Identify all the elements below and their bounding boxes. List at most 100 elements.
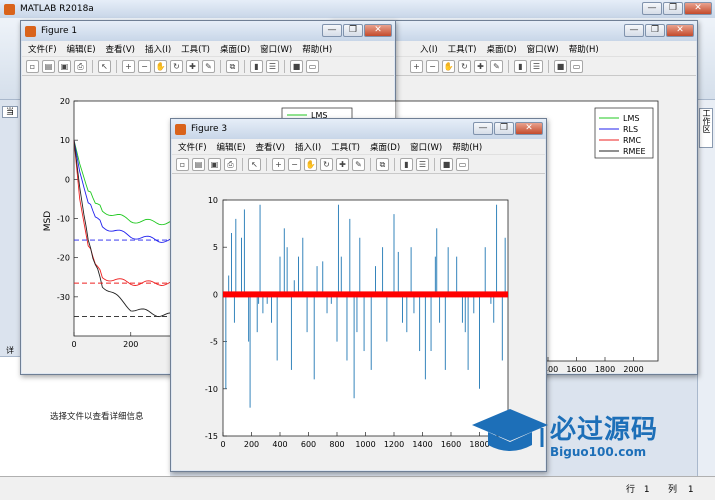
menu-item-0[interactable]: 文件(F)	[28, 43, 57, 55]
menu-item-1[interactable]: 工具(T)	[448, 43, 477, 55]
colorbar-icon[interactable]: ▮	[400, 157, 413, 171]
legend-icon[interactable]: ☰	[530, 59, 543, 73]
dock-icon[interactable]: ▭	[456, 157, 469, 171]
menu-item-6[interactable]: 窗口(W)	[410, 141, 442, 153]
print-icon[interactable]: ⎙	[224, 157, 237, 171]
menu-item-5[interactable]: 桌面(D)	[220, 43, 250, 55]
rotate-icon[interactable]: ↻	[320, 157, 333, 171]
figure3-xtick-label: 1400	[412, 440, 432, 449]
menu-item-3[interactable]: 插入(I)	[295, 141, 321, 153]
figure1-close-button[interactable]: ✕	[364, 24, 392, 37]
figure3-close-button[interactable]: ✕	[515, 122, 543, 135]
menu-item-1[interactable]: 编辑(E)	[67, 43, 96, 55]
link-plot-icon[interactable]: ⧉	[226, 59, 239, 73]
new-figure-icon[interactable]: ▫	[176, 157, 189, 171]
brush-icon[interactable]: ✎	[352, 157, 365, 171]
figure1-ylabel: MSD	[43, 211, 53, 231]
figure3-xtick-label: 1200	[384, 440, 404, 449]
zoom-out-icon[interactable]: −	[426, 59, 439, 73]
menu-item-4[interactable]: 帮助(H)	[569, 43, 599, 55]
workspace-tab[interactable]: 工作区	[699, 108, 713, 148]
menu-item-5[interactable]: 桌面(D)	[370, 141, 400, 153]
open-file-icon[interactable]: ▤	[192, 157, 205, 171]
data-cursor-icon[interactable]: ✚	[336, 157, 349, 171]
menu-item-7[interactable]: 帮助(H)	[452, 141, 482, 153]
figure2-xtick-label: 1600	[566, 365, 586, 374]
matlab-logo-icon	[4, 3, 15, 15]
pan-icon[interactable]: ✋	[304, 157, 317, 171]
save-icon[interactable]: ▣	[208, 157, 221, 171]
link-plot-icon[interactable]: ⧉	[376, 157, 389, 171]
watermark: 必过源码 Biguo100.com	[470, 405, 680, 467]
dock-icon[interactable]: ▭	[306, 59, 319, 73]
zoom-in-icon[interactable]: +	[410, 59, 423, 73]
figure1-title: Figure 1	[41, 26, 78, 36]
rotate-icon[interactable]: ↻	[458, 59, 471, 73]
figure3-zero-marker-band	[223, 291, 508, 298]
pan-icon[interactable]: ✋	[154, 59, 167, 73]
figure1-xtick-label: 0	[71, 340, 76, 349]
figure3-title: Figure 3	[191, 124, 228, 134]
legend-icon[interactable]: ☰	[416, 157, 429, 171]
menu-item-6[interactable]: 窗口(W)	[260, 43, 292, 55]
legend-icon[interactable]: ☰	[266, 59, 279, 73]
rotate-icon[interactable]: ↻	[170, 59, 183, 73]
figure2-close-button[interactable]: ✕	[666, 24, 694, 37]
figure1-xtick-label: 200	[123, 340, 138, 349]
figure1-ytick-label: -30	[57, 293, 70, 302]
menu-item-4[interactable]: 工具(T)	[181, 43, 210, 55]
zoom-in-icon[interactable]: +	[272, 157, 285, 171]
zoom-in-icon[interactable]: +	[122, 59, 135, 73]
figure1-minimize-button[interactable]: —	[322, 24, 342, 37]
data-cursor-icon[interactable]: ✚	[186, 59, 199, 73]
menu-item-3[interactable]: 插入(I)	[145, 43, 171, 55]
plot-tools-icon[interactable]: ■	[554, 59, 567, 73]
menu-item-2[interactable]: 查看(V)	[256, 141, 285, 153]
status-bar	[0, 476, 715, 500]
figure2-restore-button[interactable]: ❐	[645, 24, 665, 37]
status-row: 行 1	[626, 482, 650, 495]
menu-item-2[interactable]: 查看(V)	[106, 43, 135, 55]
menu-item-0[interactable]: 文件(F)	[178, 141, 207, 153]
menu-item-1[interactable]: 编辑(E)	[217, 141, 246, 153]
workspace-tab-label: 工作区	[702, 109, 711, 133]
colorbar-icon[interactable]: ▮	[250, 59, 263, 73]
figure2-xtick-label: 1800	[595, 365, 615, 374]
figure3-xtick-label: 400	[272, 440, 287, 449]
figure3-titlebar: Figure 3 — ❐ ✕	[171, 119, 546, 139]
dock-icon[interactable]: ▭	[570, 59, 583, 73]
print-icon[interactable]: ⎙	[74, 59, 87, 73]
pan-icon[interactable]: ✋	[442, 59, 455, 73]
matlab-minimize-button[interactable]: —	[642, 2, 662, 15]
figure2-legend: LMS RLS RMC RMEE	[594, 107, 654, 159]
colorbar-icon[interactable]: ▮	[514, 59, 527, 73]
menu-item-2[interactable]: 桌面(D)	[486, 43, 516, 55]
status-row-label: 行	[626, 485, 636, 495]
figure1-restore-button[interactable]: ❐	[343, 24, 363, 37]
plot-tools-icon[interactable]: ■	[290, 59, 303, 73]
menu-item-0[interactable]: 入(I)	[420, 43, 438, 55]
pointer-icon[interactable]: ↖	[98, 59, 111, 73]
plot-tools-icon[interactable]: ■	[440, 157, 453, 171]
brush-icon[interactable]: ✎	[202, 59, 215, 73]
pointer-icon[interactable]: ↖	[248, 157, 261, 171]
matlab-close-button[interactable]: ✕	[684, 2, 712, 15]
brush-icon[interactable]: ✎	[490, 59, 503, 73]
data-cursor-icon[interactable]: ✚	[474, 59, 487, 73]
watermark-url: Biguo100.com	[550, 445, 647, 459]
figure3-minimize-button[interactable]: —	[473, 122, 493, 135]
open-file-icon[interactable]: ▤	[42, 59, 55, 73]
save-icon[interactable]: ▣	[58, 59, 71, 73]
menu-item-3[interactable]: 窗口(W)	[527, 43, 559, 55]
figure3-matlab-icon	[175, 123, 186, 135]
graduation-cap-icon	[472, 409, 548, 451]
figure3-restore-button[interactable]: ❐	[494, 122, 514, 135]
new-figure-icon[interactable]: ▫	[26, 59, 39, 73]
zoom-out-icon[interactable]: −	[138, 59, 151, 73]
zoom-out-icon[interactable]: −	[288, 157, 301, 171]
menu-item-4[interactable]: 工具(T)	[331, 141, 360, 153]
matlab-restore-button[interactable]: ❐	[663, 2, 683, 15]
menu-item-7[interactable]: 帮助(H)	[302, 43, 332, 55]
left-tab[interactable]: 当	[2, 106, 18, 118]
figure2-minimize-button[interactable]: —	[624, 24, 644, 37]
